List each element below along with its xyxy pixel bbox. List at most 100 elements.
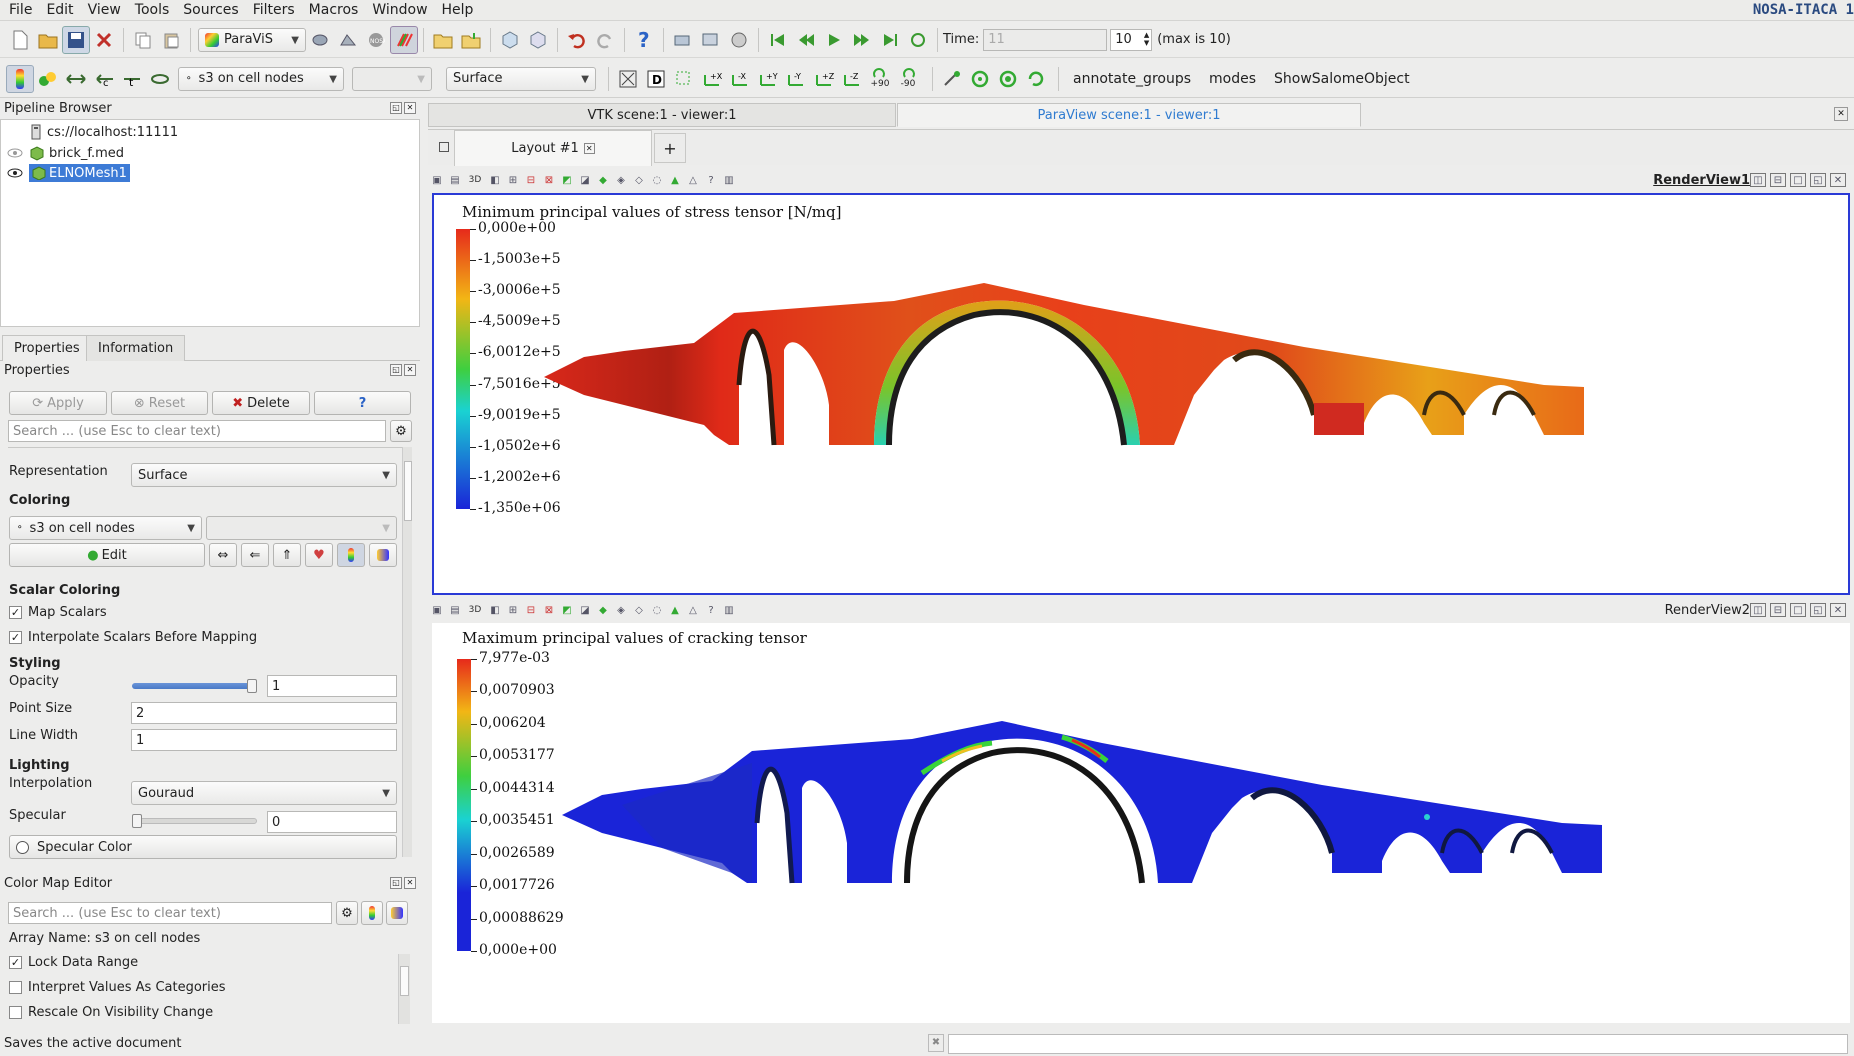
opacity-slider-handle[interactable] bbox=[247, 679, 257, 693]
time-value-field[interactable]: 11 bbox=[983, 28, 1108, 51]
renderview1[interactable]: Minimum principal values of stress tenso… bbox=[432, 193, 1850, 595]
pipeline-item-server[interactable]: cs://localhost:11111 bbox=[31, 122, 178, 142]
shrink-selection-icon[interactable]: ◇ bbox=[630, 601, 648, 619]
help-button[interactable]: ? bbox=[314, 391, 411, 415]
eye-icon[interactable] bbox=[7, 168, 23, 178]
properties-scrollbar[interactable] bbox=[402, 447, 412, 857]
loop-icon[interactable] bbox=[904, 26, 932, 54]
split-vertical-icon[interactable]: ⊟ bbox=[1770, 603, 1786, 617]
grow-selection-icon[interactable]: ◈ bbox=[612, 601, 630, 619]
select-cells-icon[interactable]: ▤ bbox=[446, 601, 464, 619]
menu-macros[interactable]: Macros bbox=[302, 0, 366, 21]
query-icon[interactable]: ? bbox=[702, 601, 720, 619]
delete-button[interactable]: ✖ Delete bbox=[212, 391, 310, 415]
close-icon[interactable]: ✖ bbox=[928, 1034, 944, 1052]
menu-help[interactable]: Help bbox=[435, 0, 481, 21]
custom-range-icon[interactable]: c bbox=[90, 65, 118, 93]
menu-view[interactable]: View bbox=[81, 0, 128, 21]
menu-tools[interactable]: Tools bbox=[128, 0, 177, 21]
temporal-range-icon[interactable]: t bbox=[118, 65, 146, 93]
select-points-icon[interactable]: ▣ bbox=[428, 601, 446, 619]
view-plus-x-icon[interactable]: +X bbox=[698, 65, 726, 93]
close-icon[interactable]: ✕ bbox=[1834, 107, 1848, 121]
trash-icon[interactable]: ▥ bbox=[720, 601, 738, 619]
macro-annotate-groups[interactable]: annotate_groups bbox=[1064, 71, 1200, 87]
reset-button[interactable]: ⊗ Reset bbox=[111, 391, 208, 415]
select-polygon-icon[interactable]: ◆ bbox=[594, 601, 612, 619]
previous-frame-icon[interactable] bbox=[792, 26, 820, 54]
next-frame-icon[interactable] bbox=[848, 26, 876, 54]
rotate-plus-90-icon[interactable]: +90 bbox=[866, 65, 894, 93]
paravis-module-icon[interactable] bbox=[390, 25, 418, 54]
point-size-input[interactable]: 2 bbox=[131, 702, 397, 724]
camera-icon[interactable]: ◧ bbox=[486, 171, 504, 189]
rescale-temporal-icon[interactable]: ⇑ bbox=[273, 543, 301, 567]
python-input[interactable] bbox=[948, 1034, 1848, 1054]
new-icon[interactable] bbox=[6, 26, 34, 54]
geometry-module-icon[interactable] bbox=[306, 26, 334, 54]
pipeline-item-elnomesh[interactable]: ELNOMesh1 bbox=[7, 163, 130, 183]
colormap-scrollbar[interactable] bbox=[398, 954, 410, 1024]
split-vertical-icon[interactable]: ⊟ bbox=[1770, 173, 1786, 187]
view-minus-x-icon[interactable]: -X bbox=[726, 65, 754, 93]
menu-edit[interactable]: Edit bbox=[39, 0, 80, 21]
float-icon[interactable]: ◱ bbox=[390, 364, 402, 376]
select-frustum-icon[interactable]: ⊠ bbox=[540, 601, 558, 619]
play-icon[interactable] bbox=[820, 26, 848, 54]
query-icon[interactable]: ? bbox=[702, 171, 720, 189]
hover-points-icon[interactable]: ▲ bbox=[666, 601, 684, 619]
macro-modes[interactable]: modes bbox=[1200, 71, 1265, 87]
renderview2[interactable]: Maximum principal values of cracking ten… bbox=[432, 623, 1850, 1023]
split-horizontal-icon[interactable]: ◫ bbox=[1750, 603, 1766, 617]
restore-icon[interactable]: ◱ bbox=[1810, 173, 1826, 187]
tab-information[interactable]: Information bbox=[86, 335, 186, 361]
view-plus-y-icon[interactable]: +Y bbox=[754, 65, 782, 93]
menu-window[interactable]: Window bbox=[365, 0, 434, 21]
close-icon[interactable]: ✕ bbox=[1830, 173, 1846, 187]
interpolation-dropdown[interactable]: Gouraud ▼ bbox=[131, 781, 397, 805]
interactive-select-icon[interactable]: ◪ bbox=[576, 171, 594, 189]
pick-center-icon[interactable] bbox=[966, 65, 994, 93]
center-axes-icon[interactable] bbox=[938, 65, 966, 93]
specular-input[interactable]: 0 bbox=[267, 811, 397, 833]
edit-color-map-icon[interactable] bbox=[34, 65, 62, 93]
reset-range-icon[interactable] bbox=[62, 65, 90, 93]
macro-show-salome-object[interactable]: ShowSalomeObject bbox=[1265, 71, 1419, 87]
close-icon[interactable]: ✕ bbox=[404, 877, 416, 889]
line-width-input[interactable]: 1 bbox=[131, 729, 397, 751]
colormap-search-input[interactable]: Search ... (use Esc to clear text) bbox=[8, 902, 332, 924]
show-center-icon[interactable] bbox=[1022, 65, 1050, 93]
pipeline-item-brick[interactable]: brick_f.med bbox=[7, 143, 124, 163]
menu-file[interactable]: File bbox=[2, 0, 39, 21]
open-folder-icon[interactable] bbox=[429, 26, 457, 54]
specular-color-button[interactable]: Specular Color bbox=[9, 835, 397, 859]
rescale-range-icon[interactable]: ⇔ bbox=[209, 543, 237, 567]
rescale-custom-icon[interactable]: ⇐ bbox=[241, 543, 269, 567]
color-bar-settings-icon[interactable] bbox=[369, 543, 397, 567]
disconnect-icon[interactable] bbox=[697, 26, 725, 54]
maximize-layout-icon[interactable] bbox=[439, 142, 449, 152]
redo-icon[interactable] bbox=[591, 26, 619, 54]
shrink-selection-icon[interactable]: ◇ bbox=[630, 171, 648, 189]
rotate-minus-90-icon[interactable]: -90 bbox=[894, 65, 922, 93]
opacity-input[interactable]: 1 bbox=[267, 675, 397, 697]
module-selector[interactable]: ParaViS ▼ bbox=[198, 27, 306, 52]
color-legend-icon[interactable] bbox=[6, 64, 34, 93]
lock-data-range-checkbox[interactable]: ✓ bbox=[9, 956, 22, 969]
select-surface-cells-icon[interactable]: ⊞ bbox=[504, 601, 522, 619]
select-frustum-icon[interactable]: ⊠ bbox=[540, 171, 558, 189]
specular-slider[interactable] bbox=[132, 818, 257, 824]
tab-layout-1[interactable]: Layout #1 ✕ bbox=[454, 130, 652, 166]
select-points-icon[interactable]: ▣ bbox=[428, 171, 446, 189]
view-plus-z-icon[interactable]: +Z bbox=[810, 65, 838, 93]
toggle-3d-icon[interactable]: 3D bbox=[464, 601, 486, 619]
color-array-selector[interactable]: ⚬ s3 on cell nodes ▼ bbox=[178, 66, 344, 91]
camera-icon[interactable]: ◧ bbox=[486, 601, 504, 619]
legend-settings-icon[interactable] bbox=[386, 901, 408, 925]
coloring-array-dropdown[interactable]: ⚬ s3 on cell nodes ▼ bbox=[9, 516, 202, 540]
hover-cells-icon[interactable]: △ bbox=[684, 171, 702, 189]
representation-dropdown[interactable]: Surface ▼ bbox=[131, 463, 397, 487]
rescale-visibility-checkbox[interactable] bbox=[9, 1006, 22, 1019]
float-icon[interactable]: ◱ bbox=[390, 102, 402, 114]
help-icon[interactable]: ? bbox=[630, 26, 658, 54]
